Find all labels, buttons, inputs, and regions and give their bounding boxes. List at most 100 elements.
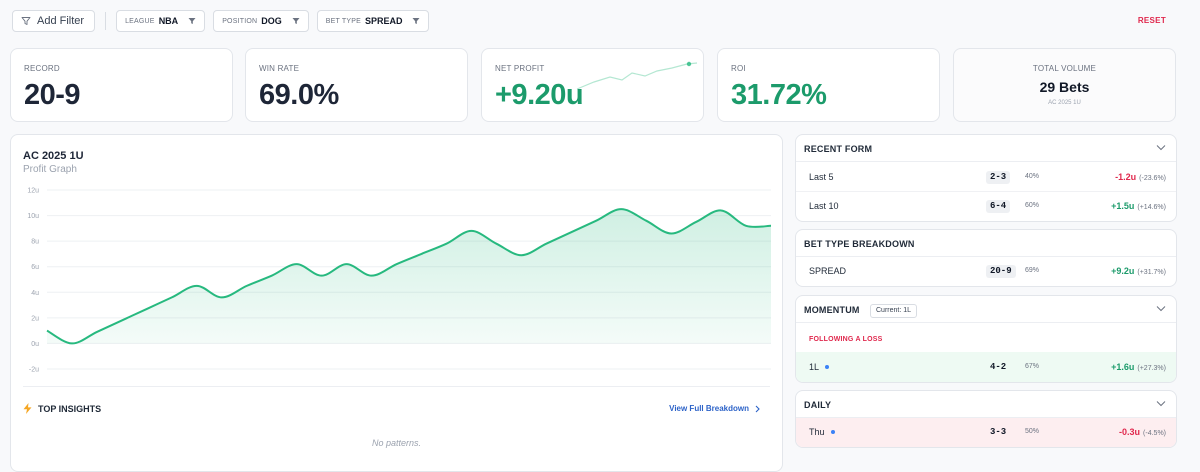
stat-card-net-profit: NET PROFIT +9.20u: [481, 48, 704, 122]
row-name: 1L: [809, 362, 830, 372]
status-dot: [830, 430, 835, 434]
chevron-down-icon[interactable]: [1156, 400, 1166, 407]
panel-title: RECENT FORM: [804, 144, 873, 154]
status-dot: [825, 365, 830, 369]
units-value: +1.6u: [1111, 362, 1135, 372]
reset-button[interactable]: RESET: [1138, 16, 1166, 25]
stat-subtext: AC 2025 1U: [1048, 100, 1081, 106]
filter-funnel-icon: [412, 17, 420, 25]
profit-area-fill: [47, 209, 771, 344]
stat-label: ROI: [731, 64, 746, 73]
row-units: +1.5u (+14.6%): [1111, 201, 1166, 211]
units-roi: (+27.3%): [1137, 365, 1166, 372]
filter-chip-value: NBA: [158, 16, 179, 26]
table-row: Thu 3-3 50% -0.3u (-4.5%): [796, 418, 1176, 447]
view-full-breakdown-label: View Full Breakdown: [669, 404, 749, 413]
units-roi: (+14.6%): [1137, 204, 1166, 211]
panel-title: MOMENTUM: [804, 305, 860, 315]
filter-bar: Add Filter LEAGUE NBA POSITION DOG BET T…: [12, 10, 430, 32]
current-streak-badge: Current: 1L: [870, 304, 918, 318]
row-record: 20-9: [986, 265, 1016, 278]
row-percent: 69%: [1025, 267, 1040, 274]
section-label: FOLLOWING A LOSS: [809, 336, 883, 343]
row-record: 3-3: [990, 427, 1007, 437]
y-tick-label: 12u: [27, 188, 39, 195]
recent-form-panel: RECENT FORM Last 5 2-3 40% -1.2u (-23.6%)…: [795, 134, 1177, 222]
row-units: -0.3u (-4.5%): [1119, 427, 1166, 437]
row-name: Thu: [809, 427, 835, 437]
chevron-down-icon[interactable]: [1156, 305, 1166, 312]
filter-chip-key: BET TYPE: [325, 17, 361, 25]
filter-chip-value: DOG: [261, 16, 282, 26]
units-value: -0.3u: [1119, 427, 1141, 437]
row-percent: 60%: [1025, 202, 1040, 209]
units-roi: (-4.5%): [1143, 430, 1166, 437]
stat-card-record: RECORD 20-9: [10, 48, 233, 122]
y-tick-label: 0u: [31, 341, 39, 348]
daily-panel: DAILY Thu 3-3 50% -0.3u (-4.5%): [795, 390, 1177, 448]
profit-graph-card: AC 2025 1U Profit Graph 12u 10u 8u 6u 4u 2u 0u…: [10, 134, 783, 472]
row-units: -1.2u (-23.6%): [1115, 172, 1166, 182]
y-tick-label: 8u: [31, 239, 39, 246]
filter-funnel-icon: [292, 17, 300, 25]
table-row: Last 5 2-3 40% -1.2u (-23.6%): [796, 163, 1176, 191]
daily-header[interactable]: DAILY: [796, 391, 1176, 418]
filter-divider: [105, 12, 107, 30]
panel-title: DAILY: [804, 400, 832, 410]
view-full-breakdown-link[interactable]: View Full Breakdown: [669, 404, 760, 413]
units-value: +9.2u: [1111, 266, 1135, 276]
row-record: 4-2: [990, 362, 1007, 372]
row-name-text: Thu: [809, 427, 825, 437]
y-tick-label: -2u: [29, 367, 39, 374]
filter-funnel-icon: [21, 17, 31, 25]
y-tick-label: 4u: [31, 290, 39, 297]
stat-card-roi: ROI 31.72%: [717, 48, 940, 122]
y-tick-label: 2u: [31, 315, 39, 322]
lightning-icon: [23, 403, 32, 414]
stat-label: NET PROFIT: [495, 64, 545, 73]
row-percent: 67%: [1025, 363, 1040, 370]
row-name: SPREAD: [809, 266, 847, 276]
add-filter-label: Add Filter: [37, 15, 85, 27]
row-units: +1.6u (+27.3%): [1111, 362, 1166, 372]
no-patterns-text: No patterns.: [371, 438, 422, 448]
row-percent: 40%: [1025, 173, 1040, 180]
stat-value: 31.72%: [731, 79, 827, 111]
table-row: 1L 4-2 67% +1.6u (+27.3%): [796, 352, 1176, 382]
bet-type-breakdown-panel: BET TYPE BREAKDOWN SPREAD 20-9 69% +9.2u…: [795, 229, 1177, 287]
chevron-right-icon: [755, 405, 760, 412]
stat-label: RECORD: [24, 64, 60, 73]
recent-form-header[interactable]: RECENT FORM: [796, 135, 1176, 162]
stat-value: +9.20u: [495, 79, 584, 111]
y-tick-label: 6u: [31, 264, 39, 271]
row-record: 6-4: [986, 200, 1011, 213]
stat-label: WIN RATE: [259, 64, 300, 73]
y-tick-label: 10u: [27, 213, 39, 220]
stat-card-win-rate: WIN RATE 69.0%: [245, 48, 468, 122]
table-row: SPREAD 20-9 69% +9.2u (+31.7%): [796, 257, 1176, 285]
filter-chip-bet-type[interactable]: BET TYPE SPREAD: [316, 10, 430, 32]
profit-graph: 12u 10u 8u 6u 4u 2u 0u -2u: [27, 188, 772, 374]
stat-value: 20-9: [24, 79, 81, 111]
section-divider: [23, 386, 770, 387]
units-value: -1.2u: [1115, 172, 1137, 182]
row-name: Last 10: [809, 201, 839, 211]
units-value: +1.5u: [1111, 201, 1135, 211]
row-units: +9.2u (+31.7%): [1111, 266, 1166, 276]
filter-chip-key: LEAGUE: [125, 17, 155, 25]
momentum-header[interactable]: MOMENTUM Current: 1L: [796, 296, 1176, 323]
filter-chip-position[interactable]: POSITION DOG: [213, 10, 309, 32]
filter-chip-league[interactable]: LEAGUE NBA: [116, 10, 206, 32]
chevron-down-icon[interactable]: [1156, 144, 1166, 151]
units-roi: (+31.7%): [1137, 269, 1166, 276]
add-filter-button[interactable]: Add Filter: [12, 10, 96, 32]
table-row: Last 10 6-4 60% +1.5u (+14.6%): [796, 192, 1176, 220]
momentum-panel: MOMENTUM Current: 1L FOLLOWING A LOSS 1L…: [795, 295, 1177, 383]
top-insights-header: TOP INSIGHTS: [23, 403, 101, 414]
row-name: Last 5: [809, 172, 834, 182]
stat-value: 69.0%: [259, 79, 339, 111]
units-roi: (-23.6%): [1139, 175, 1166, 182]
row-percent: 50%: [1025, 428, 1040, 435]
row-record: 2-3: [986, 171, 1011, 184]
top-insights-title: TOP INSIGHTS: [38, 403, 102, 414]
